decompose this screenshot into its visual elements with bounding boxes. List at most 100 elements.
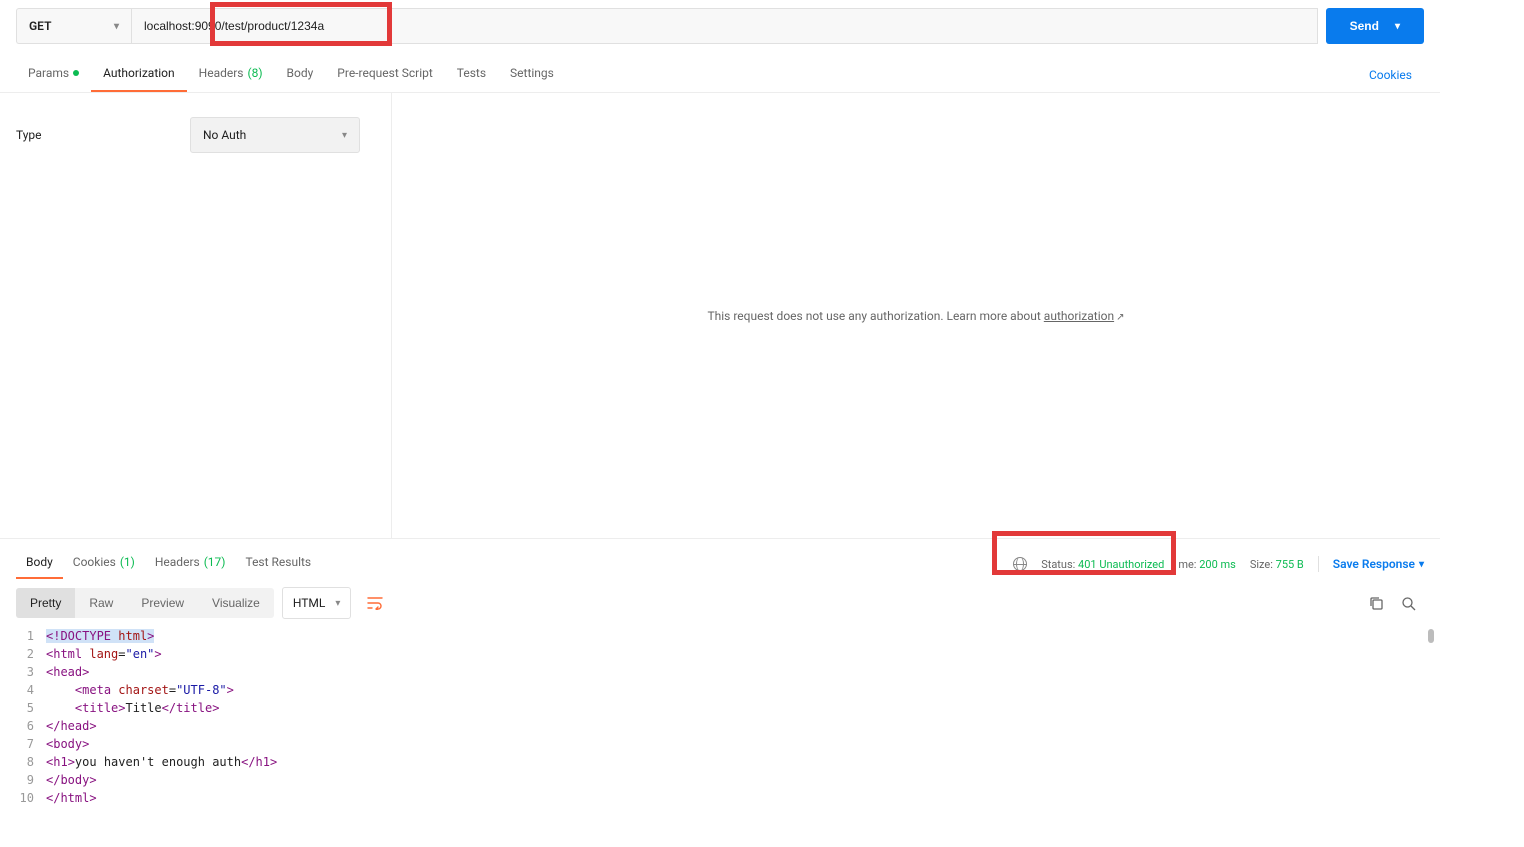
status-value: 401 Unauthorized — [1078, 558, 1164, 571]
tab-label: Headers — [155, 555, 200, 569]
scrollbar-thumb[interactable] — [1428, 629, 1434, 643]
line-number: 4 — [16, 681, 46, 699]
format-value: HTML — [293, 596, 326, 610]
view-raw-button[interactable]: Raw — [75, 588, 127, 618]
response-body-code[interactable]: 1<!DOCTYPE html>2<html lang="en">3<head>… — [0, 627, 1440, 823]
line-content[interactable]: <body> — [46, 735, 89, 753]
code-line[interactable]: 9</body> — [16, 771, 1424, 789]
send-button-label: Send — [1350, 19, 1379, 33]
tab-tests[interactable]: Tests — [445, 58, 498, 92]
line-content[interactable]: </body> — [46, 771, 97, 789]
view-pretty-button[interactable]: Pretty — [16, 588, 75, 618]
format-select[interactable]: HTML ▾ — [282, 587, 352, 619]
size-value: 755 B — [1276, 558, 1304, 571]
external-link-icon: ↗ — [1116, 312, 1124, 323]
time-value: 200 ms — [1199, 558, 1236, 571]
chevron-down-icon: ▾ — [1419, 559, 1424, 570]
tab-label: Pre-request Script — [337, 66, 432, 80]
line-number: 3 — [16, 663, 46, 681]
method-value: GET — [29, 19, 51, 33]
line-content[interactable]: <h1>you haven't enough auth</h1> — [46, 753, 277, 771]
tab-label: Test Results — [245, 555, 311, 569]
globe-icon[interactable] — [1013, 557, 1027, 571]
tab-params[interactable]: Params — [16, 58, 91, 92]
auth-left-pane: Type No Auth ▾ — [0, 93, 392, 538]
authorization-panel: Type No Auth ▾ This request does not use… — [0, 93, 1440, 538]
line-number: 7 — [16, 735, 46, 753]
wrap-lines-button[interactable] — [359, 587, 391, 619]
line-number: 6 — [16, 717, 46, 735]
method-select[interactable]: GET ▾ — [16, 8, 131, 44]
tab-count: (1) — [120, 555, 135, 569]
auth-type-value: No Auth — [203, 128, 246, 142]
code-line[interactable]: 5 <title>Title</title> — [16, 699, 1424, 717]
search-icon[interactable] — [1392, 587, 1424, 619]
line-content[interactable]: <!DOCTYPE html> — [46, 627, 154, 645]
code-line[interactable]: 1<!DOCTYPE html> — [16, 627, 1424, 645]
cookies-link[interactable]: Cookies — [1357, 60, 1424, 90]
tab-label: Settings — [510, 66, 554, 80]
auth-type-label: Type — [16, 128, 166, 142]
line-number: 5 — [16, 699, 46, 717]
line-number: 8 — [16, 753, 46, 771]
authorization-docs-link[interactable]: authorization — [1044, 309, 1114, 323]
tab-label: Tests — [457, 66, 486, 80]
view-mode-segment: Pretty Raw Preview Visualize — [16, 588, 274, 618]
tab-label: Body — [26, 555, 53, 569]
code-line[interactable]: 3<head> — [16, 663, 1424, 681]
auth-learn-more-text: Learn more about — [946, 309, 1043, 323]
save-response-button[interactable]: Save Response ▾ — [1333, 557, 1424, 571]
line-content[interactable]: <head> — [46, 663, 89, 681]
response-tab-test-results[interactable]: Test Results — [235, 549, 321, 579]
response-bar: Body Cookies (1) Headers (17) Test Resul… — [0, 538, 1440, 579]
code-line[interactable]: 2<html lang="en"> — [16, 645, 1424, 663]
line-content[interactable]: <html lang="en"> — [46, 645, 162, 663]
code-line[interactable]: 4 <meta charset="UTF-8"> — [16, 681, 1424, 699]
line-number: 9 — [16, 771, 46, 789]
divider — [1318, 556, 1319, 572]
chevron-down-icon: ▾ — [114, 21, 119, 32]
auth-empty-text: This request does not use any authorizat… — [707, 309, 946, 323]
time-label: me: — [1178, 558, 1196, 571]
response-meta: Status: 401 Unauthorized me: 200 ms Size… — [1013, 556, 1424, 572]
copy-icon[interactable] — [1360, 587, 1392, 619]
tab-settings[interactable]: Settings — [498, 58, 566, 92]
auth-empty-message: This request does not use any authorizat… — [392, 93, 1440, 538]
response-tab-body[interactable]: Body — [16, 549, 63, 579]
request-tabs: Params Authorization Headers (8) Body Pr… — [0, 58, 1440, 93]
url-input[interactable] — [131, 8, 1318, 44]
tab-label: Body — [287, 66, 314, 80]
code-line[interactable]: 6</head> — [16, 717, 1424, 735]
response-tab-headers[interactable]: Headers (17) — [145, 549, 236, 579]
chevron-down-icon: ▾ — [335, 598, 340, 609]
line-content[interactable]: <meta charset="UTF-8"> — [46, 681, 234, 699]
code-line[interactable]: 7<body> — [16, 735, 1424, 753]
tab-count: (17) — [204, 555, 226, 569]
code-line[interactable]: 10</html> — [16, 789, 1424, 807]
size-label: Size: — [1250, 558, 1273, 571]
tab-label: Cookies — [73, 555, 116, 569]
chevron-down-icon: ▾ — [1395, 21, 1400, 32]
send-button[interactable]: Send ▾ — [1326, 8, 1424, 44]
view-visualize-button[interactable]: Visualize — [198, 588, 274, 618]
auth-type-select[interactable]: No Auth ▾ — [190, 117, 360, 153]
view-preview-button[interactable]: Preview — [127, 588, 198, 618]
tab-label: Authorization — [103, 66, 175, 80]
request-bar: GET ▾ Send ▾ — [0, 0, 1440, 44]
line-content[interactable]: <title>Title</title> — [46, 699, 219, 717]
modified-dot-icon — [73, 70, 79, 76]
tab-prerequest[interactable]: Pre-request Script — [325, 58, 444, 92]
tab-body[interactable]: Body — [275, 58, 326, 92]
response-tab-cookies[interactable]: Cookies (1) — [63, 549, 145, 579]
tab-label: Params — [28, 66, 69, 80]
line-content[interactable]: </html> — [46, 789, 97, 807]
tab-label: Headers — [199, 66, 244, 80]
code-line[interactable]: 8<h1>you haven't enough auth</h1> — [16, 753, 1424, 771]
line-number: 2 — [16, 645, 46, 663]
line-number: 10 — [16, 789, 46, 807]
tab-count: (8) — [248, 66, 263, 80]
line-number: 1 — [16, 627, 46, 645]
tab-headers[interactable]: Headers (8) — [187, 58, 275, 92]
tab-authorization[interactable]: Authorization — [91, 58, 187, 92]
line-content[interactable]: </head> — [46, 717, 97, 735]
